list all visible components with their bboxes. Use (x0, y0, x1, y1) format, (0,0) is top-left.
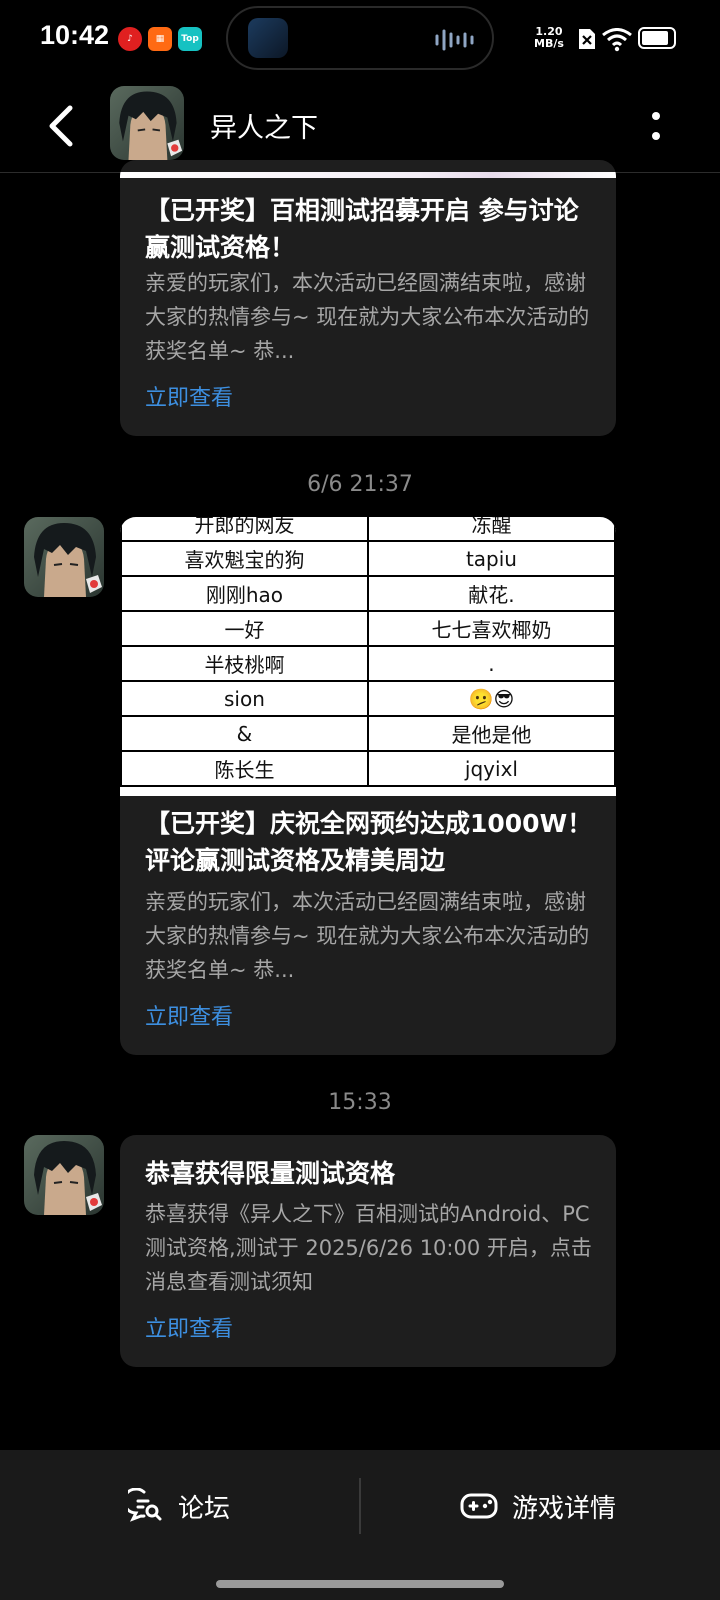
netease-music-icon: ♪ (118, 27, 142, 51)
table-cell: 冻醒 (366, 517, 616, 542)
message-timestamp: 15:33 (328, 1090, 392, 1115)
table-row: 刚刚hao 献花. (120, 575, 616, 612)
table-cell: 陈长生 (120, 750, 369, 787)
table-cell: & (120, 715, 369, 752)
table-cell: 🫤😎 (366, 680, 616, 717)
message-card[interactable]: 【已开奖】百相测试招募开启 参与讨论赢测试资格！ 亲爱的玩家们，本次活动已经圆满… (120, 160, 616, 436)
table-cell: 是他是他 (366, 715, 616, 752)
table-cell: 喜欢魁宝的狗 (120, 540, 369, 577)
battery-icon (638, 27, 676, 49)
table-cell: 七七喜欢椰奶 (366, 610, 616, 647)
card-image-strip (120, 172, 616, 178)
wifi-icon (602, 28, 632, 52)
battery-level (642, 31, 668, 45)
network-speed-unit: MB/s (534, 37, 564, 50)
clock: 10:42 (40, 20, 110, 50)
top-icon: Top (178, 27, 202, 51)
table-cell: jqyixl (366, 750, 616, 787)
back-arrow-icon[interactable] (42, 102, 82, 150)
no-sim-icon (579, 29, 595, 49)
app-grid-icon: ▦ (148, 27, 172, 51)
bottom-bar: 论坛 游戏详情 (0, 1450, 720, 1600)
forum-button[interactable]: 论坛 (128, 1480, 230, 1532)
message-body: 恭喜获得《异人之下》百相测试的Android、PC测试资格,测试于 2025/6… (145, 1202, 592, 1294)
status-bar: 10:42 ♪ ▦ Top 1.20 MB/s (0, 0, 720, 80)
table-row: 开郎的网友 冻醒 (120, 517, 616, 542)
table-row: 陈长生 jqyixl (120, 750, 616, 787)
table-row: sion 🫤😎 (120, 680, 616, 717)
sender-avatar[interactable] (24, 517, 104, 597)
gamepad-icon (460, 1493, 498, 1519)
forum-label: 论坛 (178, 1493, 231, 1524)
page-title: 异人之下 (210, 113, 318, 144)
message-timestamp: 6/6 21:37 (307, 472, 413, 497)
music-app-icon (248, 18, 288, 58)
dynamic-island[interactable] (226, 6, 494, 70)
message-body: 亲爱的玩家们，本次活动已经圆满结束啦，感谢大家的热情参与~ 现在就为大家公布本次… (145, 271, 590, 363)
winners-table: 开郎的网友 冻醒 喜欢魁宝的狗 tapiu 刚刚hao 献花. 一好 七七喜欢椰奶 半枝桃啊. s… (120, 517, 616, 787)
game-avatar[interactable] (110, 86, 184, 160)
table-row: 半枝桃啊. (120, 645, 616, 682)
network-speed: 1.20 MB/s (534, 26, 564, 50)
table-cell: 刚刚hao (120, 575, 369, 612)
winners-table-image: 开郎的网友 冻醒 喜欢魁宝的狗 tapiu 刚刚hao 献花. 一好 七七喜欢椰奶 半枝桃啊. s… (120, 517, 616, 796)
message-body: 亲爱的玩家们，本次活动已经圆满结束啦，感谢大家的热情参与~ 现在就为大家公布本次… (145, 890, 590, 982)
view-now-link[interactable]: 立即查看 (145, 380, 233, 412)
table-cell: 开郎的网友 (120, 517, 369, 542)
table-cell: tapiu (366, 540, 616, 577)
table-cell: 一好 (120, 610, 369, 647)
view-now-link[interactable]: 立即查看 (145, 999, 233, 1031)
message-title: 【已开奖】百相测试招募开启 参与讨论赢测试资格！ (145, 196, 579, 262)
table-cell: . (366, 645, 616, 682)
game-details-label: 游戏详情 (512, 1493, 617, 1524)
table-row: 一好 七七喜欢椰奶 (120, 610, 616, 647)
message-title: 【已开奖】庆祝全网预约达成1000W！评论赢测试资格及精美周边 (145, 809, 593, 875)
home-indicator[interactable] (216, 1580, 504, 1588)
game-details-button[interactable]: 游戏详情 (460, 1480, 616, 1532)
sender-avatar[interactable] (24, 1135, 104, 1215)
table-cell: 献花. (366, 575, 616, 612)
table-cell: sion (120, 680, 369, 717)
audio-wave-icon (435, 29, 474, 51)
message-card[interactable]: 恭喜获得限量测试资格 恭喜获得《异人之下》百相测试的Android、PC测试资格… (120, 1135, 616, 1367)
more-vertical-icon[interactable] (646, 102, 666, 150)
chat-search-icon (128, 1488, 162, 1522)
bottom-divider (359, 1478, 361, 1534)
message-title: 恭喜获得限量测试资格 (145, 1159, 396, 1188)
table-row: 喜欢魁宝的狗 tapiu (120, 540, 616, 577)
table-cell: 半枝桃啊 (120, 645, 369, 682)
view-now-link[interactable]: 立即查看 (145, 1311, 233, 1343)
table-row: & 是他是他 (120, 715, 616, 752)
message-card[interactable]: 开郎的网友 冻醒 喜欢魁宝的狗 tapiu 刚刚hao 献花. 一好 七七喜欢椰奶 半枝桃啊. s… (120, 517, 616, 1055)
